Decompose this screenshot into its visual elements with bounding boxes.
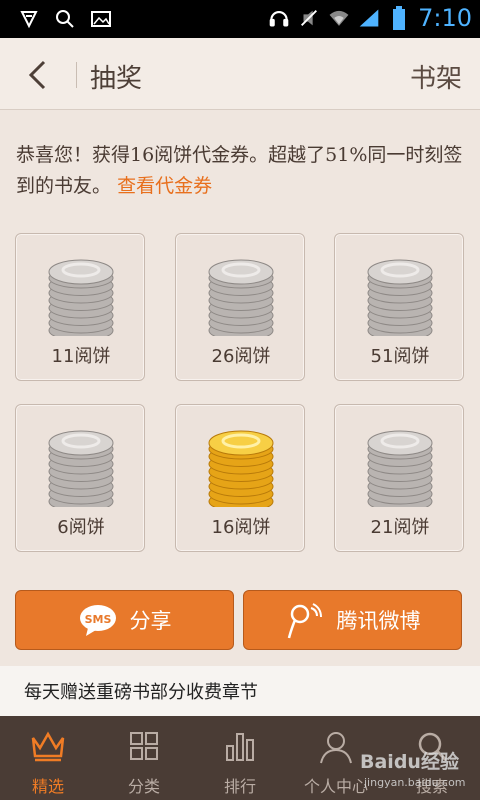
prize-card[interactable]: 21阅饼 [334, 404, 464, 552]
prize-label: 16阅饼 [211, 517, 271, 538]
tencent-weibo-button[interactable]: 腾讯微博 [243, 590, 462, 650]
watermark-logo: Baidu经验 jingyan.baidu.com [354, 744, 474, 794]
prize-card[interactable]: 6阅饼 [15, 404, 145, 552]
header-divider [76, 62, 77, 88]
tencent-weibo-icon [287, 603, 322, 639]
bar-chart-icon [226, 733, 254, 761]
prize-card[interactable]: 11阅饼 [15, 233, 145, 381]
chevron-left-icon [28, 60, 46, 90]
prize-label: 51阅饼 [370, 346, 430, 367]
prize-card[interactable]: 26阅饼 [175, 233, 305, 381]
result-text: 恭喜您！获得16阅饼代金券。超越了51%同一时刻签到的书友。 [16, 144, 463, 197]
headset-icon [268, 7, 290, 29]
gold-coin-stack-icon [208, 430, 274, 507]
tab-category[interactable]: 分类 [96, 716, 192, 800]
prize-label: 21阅饼 [370, 517, 430, 538]
mute-icon [298, 7, 320, 29]
page-title: 抽奖 [90, 64, 143, 94]
search-icon [54, 8, 76, 30]
tab-featured[interactable]: 精选 [0, 716, 96, 800]
coin-stack-icon [208, 259, 274, 336]
crown-icon [31, 731, 65, 762]
prize-label: 26阅饼 [211, 346, 271, 367]
sms-badge-text: SMS [84, 613, 111, 626]
weibo-label: 腾讯微博 [336, 609, 421, 633]
watermark-title: Baidu经验 [360, 750, 460, 773]
battery-icon [388, 6, 410, 30]
coin-stack-icon [367, 430, 433, 507]
promo-banner[interactable]: 每天赠送重磅书部分收费章节 [0, 666, 480, 716]
prize-grid: 11阅饼 26阅饼 51阅饼 6阅饼 16阅饼 21阅饼 [15, 233, 465, 553]
tab-label: 分类 [127, 777, 160, 796]
grid-icon [130, 732, 158, 760]
shield-icon [18, 8, 40, 30]
user-icon [320, 732, 352, 764]
wifi-icon [328, 7, 350, 29]
tab-ranking[interactable]: 排行 [192, 716, 288, 800]
watermark-url: jingyan.baidu.com [363, 776, 466, 789]
coin-stack-icon [48, 259, 114, 336]
view-voucher-link[interactable]: 查看代金券 [117, 175, 212, 197]
tab-label: 精选 [31, 777, 64, 796]
status-bar: 7:10 [0, 0, 480, 38]
back-button[interactable] [22, 58, 52, 92]
signal-icon [358, 7, 380, 29]
prize-label: 6阅饼 [57, 517, 105, 538]
share-button[interactable]: SMS 分享 [15, 590, 234, 650]
result-message: 恭喜您！获得16阅饼代金券。超越了51%同一时刻签到的书友。 查看代金券 [16, 140, 466, 202]
banner-text: 每天赠送重磅书部分收费章节 [24, 682, 258, 703]
status-time: 7:10 [418, 4, 472, 32]
share-label: 分享 [129, 609, 172, 633]
header: 抽奖 书架 [0, 38, 480, 110]
coin-stack-icon [48, 430, 114, 507]
tab-label: 排行 [223, 777, 256, 796]
prize-label: 11阅饼 [51, 346, 111, 367]
bookshelf-link[interactable]: 书架 [410, 58, 462, 95]
prize-card[interactable]: 51阅饼 [334, 233, 464, 381]
prize-card-selected[interactable]: 16阅饼 [175, 404, 305, 552]
image-icon [90, 8, 112, 30]
coin-stack-icon [367, 259, 433, 336]
sms-icon: SMS [79, 605, 116, 636]
